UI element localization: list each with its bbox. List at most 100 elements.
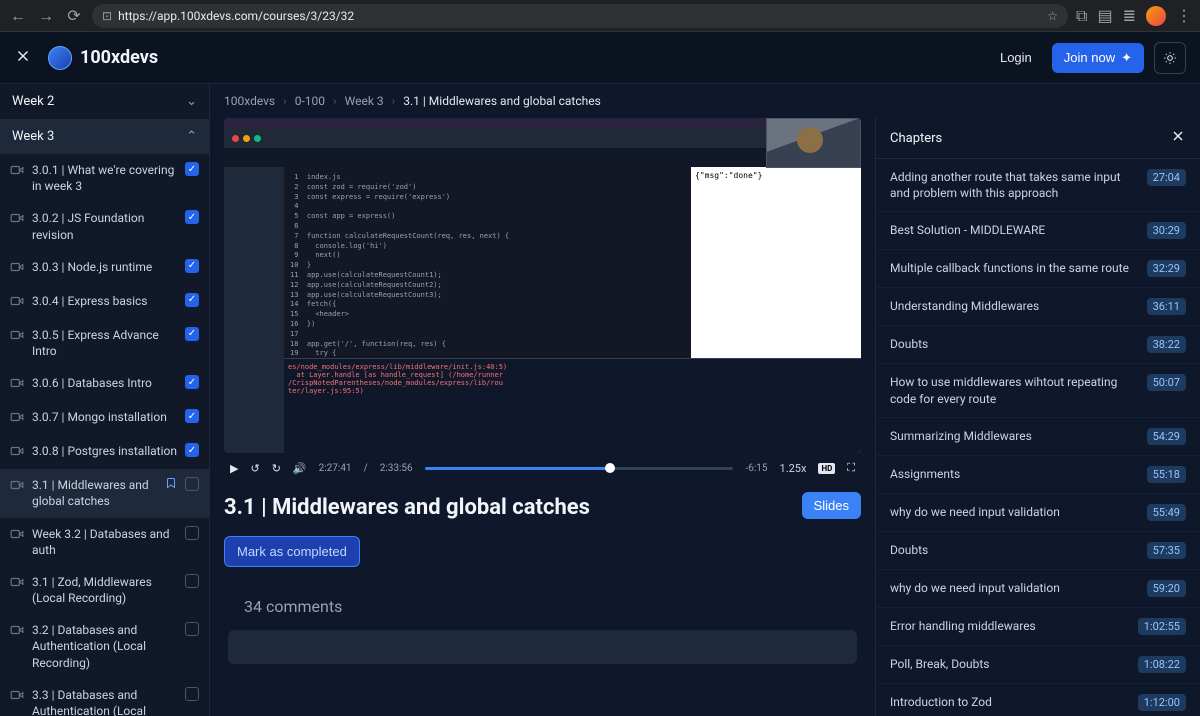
chapter-item[interactable]: why do we need input validation 59:20: [876, 570, 1200, 608]
slides-button[interactable]: Slides: [802, 492, 861, 519]
menu-icon[interactable]: ⋮: [1176, 6, 1192, 25]
sidebar-lesson[interactable]: 3.0.4 | Express basics: [0, 285, 209, 319]
play-button[interactable]: ▶: [230, 462, 238, 475]
video-icon: [10, 260, 24, 277]
video-icon: [10, 163, 24, 180]
chapter-title: Best Solution - MIDDLEWARE: [890, 222, 1045, 238]
fullscreen-button[interactable]: ⛶: [847, 461, 855, 475]
forward-button[interactable]: →: [36, 6, 56, 26]
chapter-title: why do we need input validation: [890, 580, 1060, 596]
lesson-checkbox[interactable]: [185, 477, 199, 491]
sidebar-lesson[interactable]: 3.2 | Databases and Authentication (Loca…: [0, 614, 209, 679]
video-controls: ▶ ↺ ↻ 🔊 2:27:41 / 2:33:56 -6:15 1.25x HD…: [224, 453, 861, 481]
video-icon: [10, 376, 24, 393]
chapter-title: Poll, Break, Doubts: [890, 656, 989, 672]
extensions-icon[interactable]: ⧉: [1076, 6, 1087, 26]
close-icon[interactable]: [14, 47, 34, 69]
lesson-title: 3.0.7 | Mongo installation: [32, 409, 177, 425]
video-icon: [10, 527, 24, 544]
lesson-checkbox[interactable]: [185, 574, 199, 588]
lesson-checkbox[interactable]: [185, 375, 199, 389]
video-icon: [10, 294, 24, 311]
chapter-time: 36:11: [1147, 298, 1186, 315]
lesson-title: Week 3.2 | Databases and auth: [32, 526, 177, 558]
browser-toolbar: ← → ⟳ ⊡ https://app.100xdevs.com/courses…: [0, 0, 1200, 32]
sidebar-lesson[interactable]: 3.0.7 | Mongo installation: [0, 401, 209, 435]
chevron-up-icon: ⌃: [186, 129, 197, 144]
volume-button[interactable]: 🔊: [293, 462, 307, 475]
star-icon[interactable]: ☆: [1047, 9, 1058, 23]
chapter-item[interactable]: Summarizing Middlewares54:29: [876, 418, 1200, 456]
mark-completed-button[interactable]: Mark as completed: [224, 536, 360, 567]
rewind-button[interactable]: ↺: [250, 462, 259, 475]
chapter-time: 59:20: [1147, 580, 1186, 597]
lesson-checkbox[interactable]: [185, 293, 199, 307]
lesson-checkbox[interactable]: [185, 526, 199, 540]
reading-list-icon[interactable]: ≣: [1123, 6, 1136, 25]
video-icon: [10, 623, 24, 640]
progress-bar[interactable]: [425, 467, 734, 470]
chapter-item[interactable]: Assignments55:18: [876, 456, 1200, 494]
lesson-checkbox[interactable]: [185, 259, 199, 273]
video-player[interactable]: 1 index.js 2 const zod = require('zod') …: [224, 118, 861, 453]
brand[interactable]: 100xdevs: [48, 46, 158, 70]
chapter-time: 38:22: [1147, 336, 1186, 353]
video-icon: [10, 444, 24, 461]
crumb-week[interactable]: Week 3: [345, 94, 384, 108]
sidebar-lesson[interactable]: 3.0.3 | Node.js runtime: [0, 251, 209, 285]
chapter-item[interactable]: Error handling middlewares1:02:55: [876, 608, 1200, 646]
hd-badge[interactable]: HD: [818, 463, 835, 474]
login-button[interactable]: Login: [990, 44, 1042, 71]
theme-toggle[interactable]: [1154, 42, 1186, 74]
chapter-item[interactable]: Doubts38:22: [876, 326, 1200, 364]
reload-button[interactable]: ⟳: [64, 6, 84, 26]
chapter-item[interactable]: Introduction to Zod1:12:00: [876, 684, 1200, 716]
playback-rate[interactable]: 1.25x: [780, 462, 807, 475]
chapter-item[interactable]: Understanding Middlewares36:11: [876, 288, 1200, 326]
panel-icon[interactable]: ▤: [1097, 6, 1112, 25]
lesson-checkbox[interactable]: [185, 443, 199, 457]
chapter-item[interactable]: Best Solution - MIDDLEWARE30:29: [876, 212, 1200, 250]
sidebar-lesson[interactable]: 3.1 | Middlewares and global catches: [0, 469, 209, 517]
close-chapters-icon[interactable]: [1170, 128, 1186, 148]
comment-input[interactable]: [228, 630, 857, 664]
bookmark-icon[interactable]: [165, 477, 177, 492]
sidebar-lesson[interactable]: 3.0.5 | Express Advance Intro: [0, 319, 209, 367]
sidebar-lesson[interactable]: 3.0.1 | What we're covering in week 3: [0, 154, 209, 202]
lesson-checkbox[interactable]: [185, 210, 199, 224]
join-now-button[interactable]: Join now ✦: [1052, 43, 1144, 73]
chapter-title: Assignments: [890, 466, 960, 482]
sidebar-lesson[interactable]: 3.0.2 | JS Foundation revision: [0, 202, 209, 250]
lesson-checkbox[interactable]: [185, 327, 199, 341]
week-2-header[interactable]: Week 2 ⌄: [0, 84, 209, 119]
lesson-title: 3.0.1 | What we're covering in week 3: [32, 162, 177, 194]
sidebar-lesson[interactable]: 3.1 | Zod, Middlewares (Local Recording): [0, 566, 209, 614]
forward-button[interactable]: ↻: [272, 462, 281, 475]
chapter-item[interactable]: Doubts57:35: [876, 532, 1200, 570]
chapter-item[interactable]: How to use middlewares wihtout repeating…: [876, 364, 1200, 417]
chapter-item[interactable]: Adding another route that takes same inp…: [876, 159, 1200, 212]
crumb-root[interactable]: 100xdevs: [224, 94, 275, 108]
back-button[interactable]: ←: [8, 6, 28, 26]
crumb-cohort[interactable]: 0-100: [295, 94, 325, 108]
sidebar-lesson[interactable]: Week 3.2 | Databases and auth: [0, 518, 209, 566]
chapter-time: 1:12:00: [1138, 694, 1186, 711]
lesson-checkbox[interactable]: [185, 687, 199, 701]
chapter-time: 55:49: [1147, 504, 1186, 521]
video-icon: [10, 328, 24, 345]
lesson-checkbox[interactable]: [185, 622, 199, 636]
chapter-item[interactable]: why do we need input validation55:49: [876, 494, 1200, 532]
lesson-title: 3.0.5 | Express Advance Intro: [32, 327, 177, 359]
sidebar-lesson[interactable]: 3.0.6 | Databases Intro: [0, 367, 209, 401]
sidebar-lesson[interactable]: 3.0.8 | Postgres installation: [0, 435, 209, 469]
sidebar-lesson[interactable]: 3.3 | Databases and Authentication (Loca…: [0, 679, 209, 716]
chapter-item[interactable]: Multiple callback functions in the same …: [876, 250, 1200, 288]
video-icon: [10, 575, 24, 592]
profile-avatar[interactable]: [1146, 6, 1166, 26]
chapter-item[interactable]: Poll, Break, Doubts1:08:22: [876, 646, 1200, 684]
chapter-time: 54:29: [1147, 428, 1186, 445]
url-bar[interactable]: ⊡ https://app.100xdevs.com/courses/3/23/…: [92, 4, 1068, 28]
lesson-checkbox[interactable]: [185, 162, 199, 176]
week-3-header[interactable]: Week 3 ⌃: [0, 119, 209, 154]
lesson-checkbox[interactable]: [185, 409, 199, 423]
